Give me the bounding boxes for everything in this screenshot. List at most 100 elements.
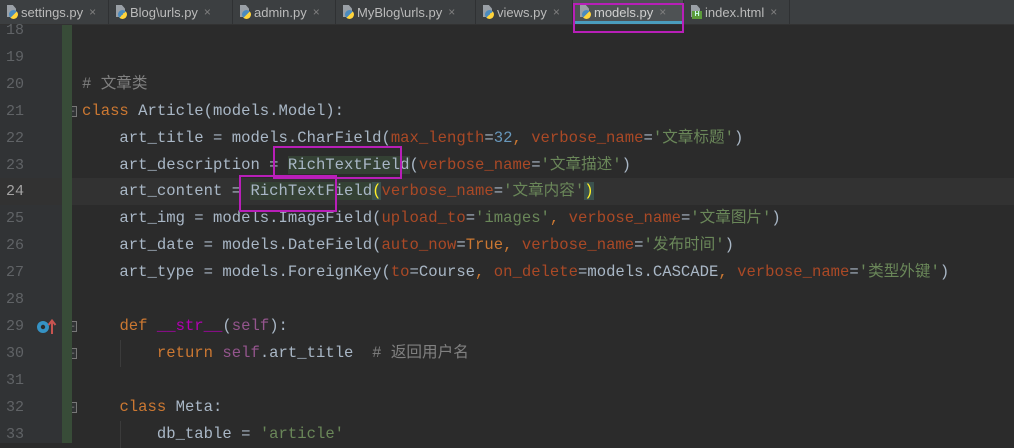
code-token: art_type = models.ForeignKey( bbox=[82, 263, 391, 282]
code-token: 32 bbox=[493, 128, 513, 147]
code-token: , bbox=[503, 236, 522, 255]
code-token: ): bbox=[269, 316, 288, 335]
code-token: verbose_name bbox=[531, 128, 644, 147]
code-token: = bbox=[484, 128, 494, 147]
code-token: , bbox=[475, 263, 494, 282]
code-text[interactable]: art_img = models.ImageField(upload_to='i… bbox=[82, 205, 781, 232]
code-token: art_date = models.DateField( bbox=[82, 236, 382, 255]
code-token: 'article' bbox=[259, 424, 345, 443]
code-token: , bbox=[718, 263, 738, 282]
code-token: class bbox=[82, 101, 139, 120]
line-number: 22 bbox=[5, 129, 24, 147]
annotation-box-tab bbox=[573, 3, 684, 33]
line-number: 27 bbox=[5, 264, 24, 282]
code-token: verbose_name bbox=[568, 209, 681, 228]
code-token: max_length bbox=[390, 128, 485, 147]
code-text[interactable]: class Meta: bbox=[82, 394, 222, 421]
vcs-change-marker[interactable] bbox=[62, 25, 72, 443]
code-token: verbose_name bbox=[737, 263, 850, 282]
code-text[interactable]: art_content = RichTextField(verbose_name… bbox=[82, 178, 594, 205]
code-token: verbose_name bbox=[521, 236, 635, 255]
code-token: self bbox=[231, 316, 270, 335]
line-number: 20 bbox=[5, 75, 24, 93]
code-line: 24 art_content = RichTextField(verbose_n… bbox=[0, 178, 1014, 206]
code-token: '文章图片' bbox=[690, 209, 772, 228]
code-token: __str__ bbox=[156, 316, 223, 335]
line-number: 29 bbox=[5, 317, 24, 335]
code-line: 28 bbox=[0, 286, 1014, 313]
code-text[interactable]: db_table = 'article' bbox=[82, 421, 344, 448]
code-token: ) bbox=[733, 128, 744, 147]
code-token: # 文章类 bbox=[82, 74, 148, 93]
code-token: ) bbox=[724, 236, 734, 255]
code-token: '发布时间' bbox=[643, 236, 725, 255]
code-line: 33 db_table = 'article' bbox=[0, 420, 1014, 448]
code-token: = bbox=[643, 128, 653, 147]
code-line: 29 def __str__(self):− bbox=[0, 313, 1014, 340]
code-token: = bbox=[680, 209, 691, 228]
code-token: Article(models.Model): bbox=[138, 101, 345, 120]
line-number: 28 bbox=[5, 291, 24, 308]
code-token: '类型外键' bbox=[858, 263, 940, 282]
code-token: verbose_name bbox=[418, 155, 532, 174]
code-token: db_table = bbox=[82, 424, 260, 443]
code-token: True bbox=[465, 236, 504, 255]
code-text[interactable]: class Article(models.Model): bbox=[82, 98, 344, 125]
indent-guide bbox=[120, 420, 121, 448]
code-token: self bbox=[222, 343, 260, 362]
code-token: 'images' bbox=[475, 209, 550, 228]
code-text[interactable]: art_type = models.ForeignKey(to=Course, … bbox=[82, 259, 949, 286]
code-token: '文章内容' bbox=[503, 182, 585, 201]
code-token: ) bbox=[771, 209, 781, 228]
line-number: 23 bbox=[5, 156, 24, 174]
line-number: 26 bbox=[5, 237, 24, 255]
code-line: 26 art_date = models.DateField(auto_now=… bbox=[0, 232, 1014, 259]
code-token: = bbox=[849, 263, 859, 282]
line-number: 19 bbox=[5, 48, 24, 66]
code-token: to bbox=[390, 263, 410, 282]
line-number: 18 bbox=[5, 22, 24, 39]
code-token: return bbox=[156, 343, 223, 362]
code-token: = bbox=[634, 236, 644, 255]
code-token: , bbox=[549, 209, 569, 228]
code-text[interactable]: # 文章类 bbox=[82, 71, 148, 98]
code-line: 30 return self.art_title # 返回用户名− bbox=[0, 339, 1014, 367]
code-token: =Course bbox=[409, 263, 476, 282]
code-text[interactable]: art_title = models.CharField(max_length=… bbox=[82, 125, 743, 152]
code-token: art_title = models.CharField( bbox=[82, 128, 391, 147]
line-number: 33 bbox=[5, 425, 24, 443]
code-token: ( bbox=[409, 155, 419, 174]
code-token: .art_title bbox=[259, 343, 373, 362]
code-line: 25 art_img = models.ImageField(upload_to… bbox=[0, 205, 1014, 232]
code-token: ( bbox=[222, 316, 232, 335]
line-number: 32 bbox=[5, 398, 24, 416]
code-token: '文章标题' bbox=[652, 128, 734, 147]
line-number: 30 bbox=[5, 344, 24, 362]
code-line: 18 bbox=[0, 17, 1014, 44]
code-text[interactable]: def __str__(self): bbox=[82, 313, 288, 340]
code-line: 27 art_type = models.ForeignKey(to=Cours… bbox=[0, 259, 1014, 286]
code-token: verbose_name bbox=[381, 182, 494, 201]
code-editor[interactable]: 18 19 20 # 文章类 21 class Article(models.Model)… bbox=[0, 22, 1014, 448]
code-token: class bbox=[119, 397, 176, 416]
code-token: '文章描述' bbox=[540, 155, 622, 174]
code-token: = bbox=[493, 182, 504, 201]
code-token: = bbox=[465, 209, 476, 228]
code-token: upload_to bbox=[381, 209, 466, 228]
code-text[interactable]: art_date = models.DateField(auto_now=Tru… bbox=[82, 232, 734, 259]
code-token: on_delete bbox=[493, 263, 578, 282]
code-token: ) bbox=[621, 155, 631, 174]
overrides-method-icon[interactable] bbox=[36, 318, 58, 335]
code-token: = bbox=[456, 236, 466, 255]
line-number: 31 bbox=[5, 371, 24, 389]
code-token: def bbox=[119, 316, 157, 335]
code-line: 21class Article(models.Model):− bbox=[0, 98, 1014, 125]
code-token: , bbox=[512, 128, 532, 147]
code-token: ) bbox=[939, 263, 950, 282]
code-text[interactable]: return self.art_title # 返回用户名 bbox=[82, 340, 469, 367]
code-token: =models.CASCADE bbox=[578, 263, 719, 282]
code-token: art_description = bbox=[82, 155, 288, 174]
line-number: 21 bbox=[5, 102, 24, 120]
